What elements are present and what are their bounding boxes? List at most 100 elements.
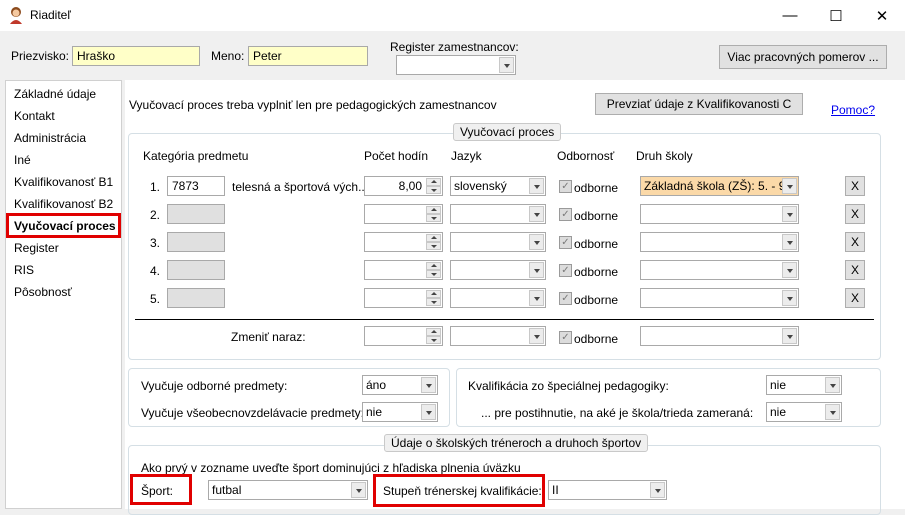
hours-stepper[interactable]	[364, 288, 443, 308]
remove-row-button[interactable]: X	[845, 204, 865, 224]
expert-checkbox[interactable]: ✓	[559, 264, 572, 277]
sidebar-item-register[interactable]: Register	[14, 241, 59, 255]
info-text: Vyučovací proces treba vyplniť len pre p…	[129, 98, 497, 112]
sidebar-item-qual-b2[interactable]: Kvalifikovanosť B2	[14, 197, 113, 211]
more-employments-button[interactable]: Viac pracovných pomerov ...	[719, 45, 887, 69]
coaches-group-title: Údaje o školských tréneroch a druhoch šp…	[384, 434, 649, 452]
spin-down-icon[interactable]	[426, 298, 441, 306]
chevron-down-icon[interactable]	[825, 404, 840, 420]
chevron-down-icon[interactable]	[782, 234, 797, 250]
language-combo[interactable]	[450, 260, 546, 280]
spin-up-icon[interactable]	[426, 234, 441, 242]
special-ped-value: nie	[770, 378, 787, 392]
remove-row-button[interactable]: X	[845, 260, 865, 280]
chevron-down-icon[interactable]	[529, 262, 544, 278]
chevron-down-icon[interactable]	[782, 206, 797, 222]
language-combo[interactable]: slovenský	[450, 176, 546, 196]
close-button[interactable]: ✕	[859, 0, 905, 31]
register-combo[interactable]	[396, 55, 516, 75]
chevron-down-icon[interactable]	[529, 328, 544, 344]
remove-row-button[interactable]: X	[845, 288, 865, 308]
chevron-down-icon[interactable]	[421, 404, 436, 420]
spin-up-icon[interactable]	[426, 290, 441, 298]
expert-checkbox[interactable]: ✓	[559, 292, 572, 305]
expert-label: odborne	[574, 181, 619, 195]
sidebar-item-qual-b1[interactable]: Kvalifikovanosť B1	[14, 175, 113, 189]
chevron-down-icon[interactable]	[421, 377, 436, 393]
school-type-combo[interactable]	[640, 204, 799, 224]
language-combo[interactable]	[450, 204, 546, 224]
minimize-button[interactable]: —	[767, 0, 813, 31]
chevron-down-icon[interactable]	[529, 178, 544, 194]
surname-field[interactable]: Hraško	[72, 46, 200, 66]
copy-qualification-button[interactable]: Prevziať údaje z Kvalifikovanosti C	[595, 93, 803, 115]
expert-checkbox[interactable]: ✓	[559, 236, 572, 249]
handicap-combo[interactable]: nie	[766, 402, 842, 422]
spin-up-icon[interactable]	[426, 262, 441, 270]
spin-up-icon[interactable]	[426, 178, 441, 186]
sidebar-item-contact[interactable]: Kontakt	[14, 109, 55, 123]
category-code-field[interactable]	[167, 204, 225, 224]
expert-checkbox[interactable]: ✓	[559, 180, 572, 193]
coaches-hint: Ako prvý v zozname uveďte šport dominujú…	[141, 461, 521, 475]
spin-down-icon[interactable]	[426, 242, 441, 250]
spin-up-icon[interactable]	[426, 206, 441, 214]
sport-combo[interactable]: futbal	[208, 480, 368, 500]
chevron-down-icon[interactable]	[782, 290, 797, 306]
category-code-field[interactable]	[167, 288, 225, 308]
remove-row-button[interactable]: X	[845, 232, 865, 252]
expert-label: odborne	[574, 209, 619, 223]
sidebar-item-basic[interactable]: Základné údaje	[14, 87, 96, 101]
teaches-prof-value: áno	[366, 378, 387, 392]
teaches-prof-combo[interactable]: áno	[362, 375, 438, 395]
spin-up-icon[interactable]	[426, 328, 441, 336]
chevron-down-icon[interactable]	[351, 482, 366, 498]
hours-stepper[interactable]	[364, 232, 443, 252]
name-field[interactable]: Peter	[248, 46, 368, 66]
spin-down-icon[interactable]	[426, 214, 441, 222]
help-link[interactable]: Pomoc?	[831, 103, 875, 117]
spin-down-icon[interactable]	[426, 336, 441, 344]
chevron-down-icon[interactable]	[499, 57, 514, 73]
expert-checkbox[interactable]: ✓	[559, 208, 572, 221]
remove-row-button[interactable]: X	[845, 176, 865, 196]
sidebar-item-other[interactable]: Iné	[14, 153, 31, 167]
sidebar-item-admin[interactable]: Administrácia	[14, 131, 86, 145]
special-ped-combo[interactable]: nie	[766, 375, 842, 395]
chevron-down-icon[interactable]	[782, 328, 797, 344]
language-combo[interactable]	[450, 288, 546, 308]
change-all-language-combo[interactable]	[450, 326, 546, 346]
expert-label: odborne	[574, 293, 619, 307]
change-all-school-combo[interactable]	[640, 326, 799, 346]
app-user-icon	[10, 7, 22, 24]
sidebar-item-ris[interactable]: RIS	[14, 263, 34, 277]
highlight-box	[130, 474, 192, 505]
handicap-value: nie	[770, 405, 787, 419]
school-type-combo[interactable]	[640, 260, 799, 280]
spin-down-icon[interactable]	[426, 270, 441, 278]
school-type-combo[interactable]: Základná škola (ZŠ): 5. - 9.	[640, 176, 799, 196]
teaches-gen-combo[interactable]: nie	[362, 402, 438, 422]
hours-stepper[interactable]: 8,00	[364, 176, 443, 196]
category-code-field[interactable]: 7873	[167, 176, 225, 196]
chevron-down-icon[interactable]	[825, 377, 840, 393]
sidebar-item-scope[interactable]: Pôsobnosť	[14, 285, 72, 299]
school-type-combo[interactable]	[640, 288, 799, 308]
school-type-combo[interactable]	[640, 232, 799, 252]
chevron-down-icon[interactable]	[529, 206, 544, 222]
category-code-field[interactable]	[167, 232, 225, 252]
chevron-down-icon[interactable]	[782, 178, 797, 194]
maximize-button[interactable]: ☐	[813, 0, 859, 31]
language-combo[interactable]	[450, 232, 546, 252]
hours-stepper[interactable]	[364, 204, 443, 224]
change-all-hours-stepper[interactable]	[364, 326, 443, 346]
hours-stepper[interactable]	[364, 260, 443, 280]
chevron-down-icon[interactable]	[529, 234, 544, 250]
chevron-down-icon[interactable]	[650, 482, 665, 498]
spin-down-icon[interactable]	[426, 186, 441, 194]
chevron-down-icon[interactable]	[529, 290, 544, 306]
change-all-expert-checkbox[interactable]: ✓	[559, 331, 572, 344]
category-code-field[interactable]	[167, 260, 225, 280]
chevron-down-icon[interactable]	[782, 262, 797, 278]
coach-level-combo[interactable]: II	[548, 480, 667, 500]
